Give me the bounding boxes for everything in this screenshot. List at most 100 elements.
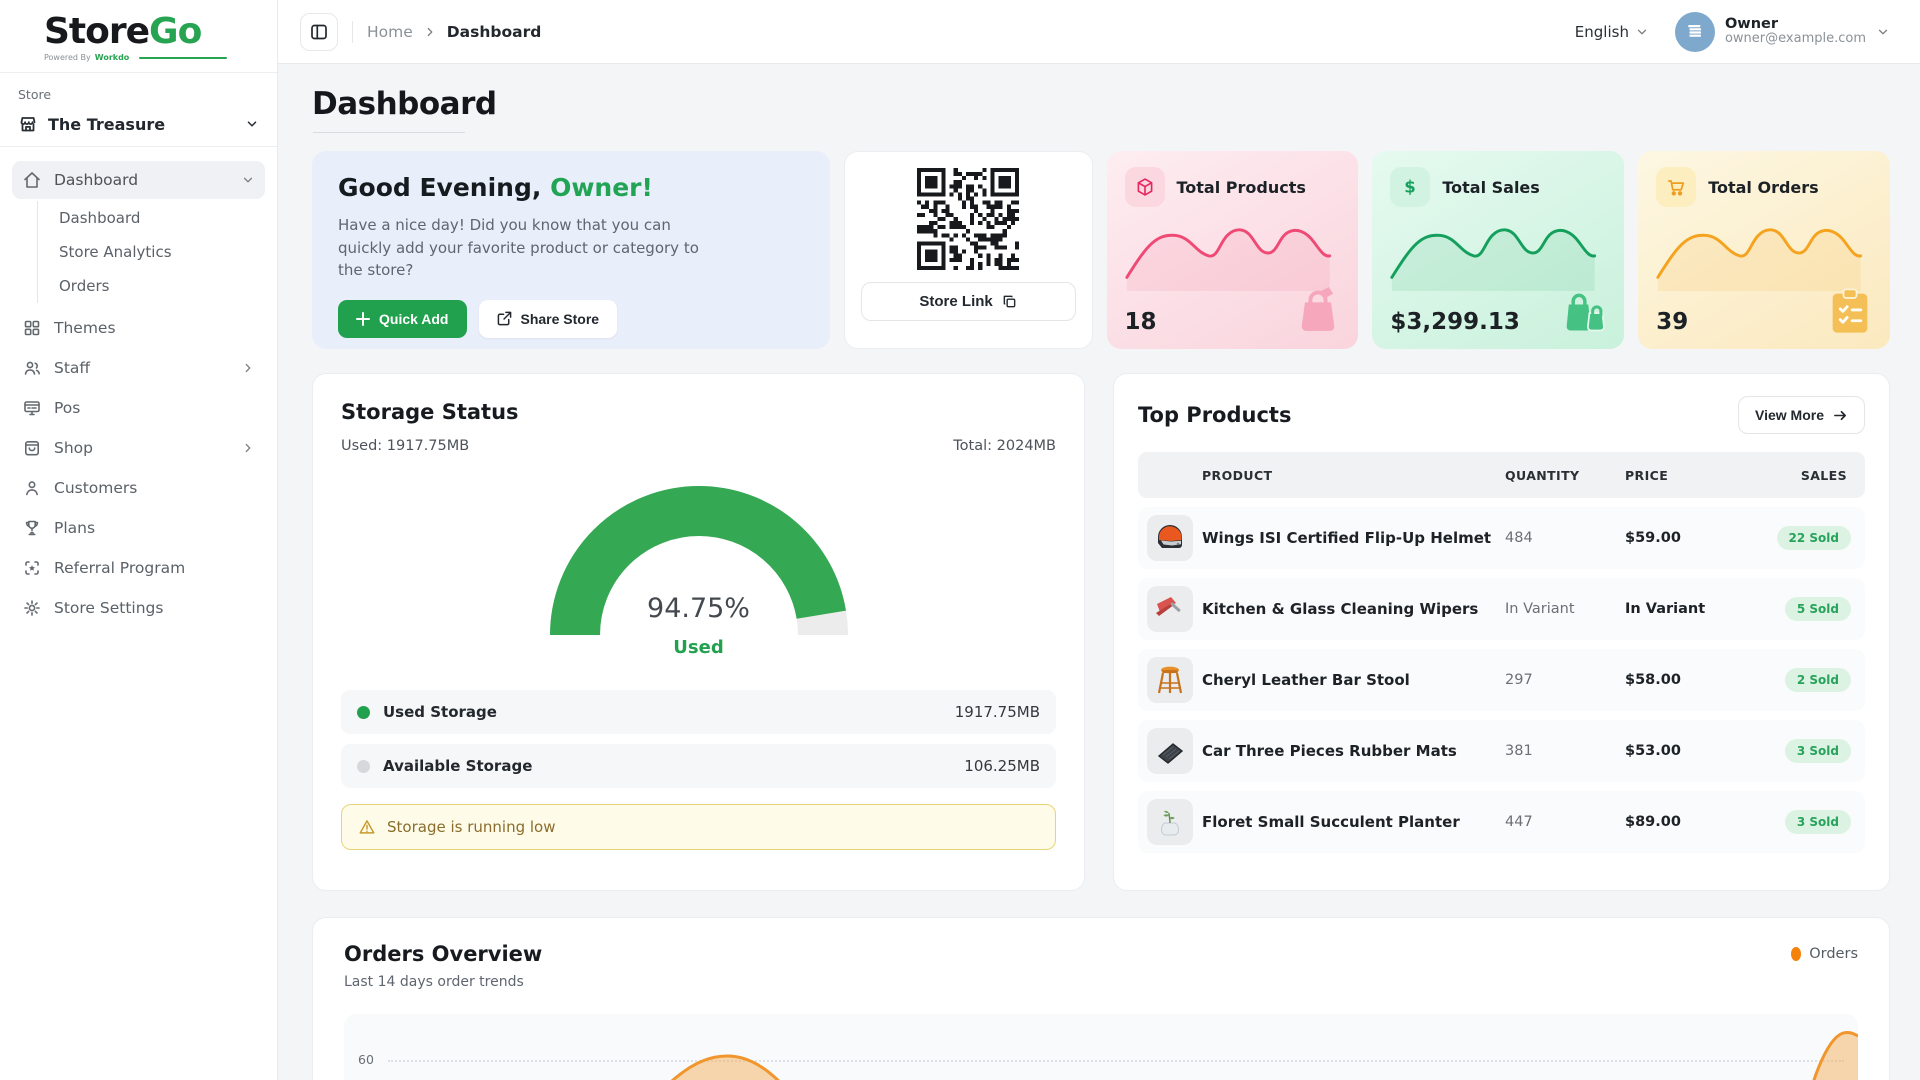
sidebar-item-label: Pos bbox=[54, 399, 255, 417]
store-name: The Treasure bbox=[48, 115, 235, 134]
building-icon bbox=[1684, 21, 1706, 43]
orders-overview-header: Orders Overview Last 14 days order trend… bbox=[344, 942, 1858, 990]
sales-badge: 5 Sold bbox=[1785, 597, 1851, 621]
product-name: Floret Small Succulent Planter bbox=[1202, 813, 1505, 831]
sidebar-item-themes[interactable]: Themes bbox=[12, 309, 265, 347]
app-root: StoreGo Powered By Workdo Store The Trea… bbox=[0, 0, 1920, 1080]
product-name: Cheryl Leather Bar Stool bbox=[1202, 671, 1505, 689]
product-quantity: 447 bbox=[1505, 814, 1625, 830]
sidebar-subitem-orders[interactable]: Orders bbox=[38, 269, 265, 303]
used-storage-value: 1917.75MB bbox=[955, 703, 1040, 721]
stat-value: 39 bbox=[1656, 309, 1688, 335]
helmet-image bbox=[1153, 521, 1187, 555]
product-quantity: 297 bbox=[1505, 672, 1625, 688]
orders-chart: 60 bbox=[344, 1014, 1858, 1080]
bag-watermark-icon bbox=[1292, 285, 1344, 337]
sidebar: StoreGo Powered By Workdo Store The Trea… bbox=[0, 0, 278, 1080]
bar-stool-image bbox=[1153, 663, 1187, 697]
product-row[interactable]: Wings ISI Certified Flip-Up Helmet 484 $… bbox=[1138, 507, 1865, 569]
planter-image bbox=[1153, 805, 1187, 839]
brand-logo[interactable]: StoreGo Powered By Workdo bbox=[0, 0, 277, 73]
sidebar-item-label: Plans bbox=[54, 519, 255, 537]
product-row[interactable]: Cheryl Leather Bar Stool 297 $58.00 2 So… bbox=[1138, 649, 1865, 711]
sidebar-item-staff[interactable]: Staff bbox=[12, 349, 265, 387]
chevron-down-icon bbox=[241, 173, 255, 187]
store-qr-code bbox=[917, 168, 1019, 270]
wiper-image bbox=[1153, 592, 1187, 626]
greeting-owner: Owner! bbox=[550, 173, 653, 202]
col-price: PRICE bbox=[1625, 468, 1755, 483]
breadcrumb-home[interactable]: Home bbox=[367, 23, 413, 41]
product-name: Wings ISI Certified Flip-Up Helmet bbox=[1202, 529, 1505, 547]
topbar-right: English Owner owner@example.com bbox=[1575, 12, 1890, 52]
user-menu[interactable]: Owner owner@example.com bbox=[1675, 12, 1890, 52]
stat-card-total-orders: Total Orders 39 bbox=[1638, 151, 1890, 349]
product-row[interactable]: Kitchen & Glass Cleaning Wipers In Varia… bbox=[1138, 578, 1865, 640]
plans-icon bbox=[22, 518, 42, 538]
stat-value: 18 bbox=[1125, 309, 1157, 335]
chevron-right-icon bbox=[241, 361, 255, 375]
top-products-card: Top Products View More PRODUCT QUANTITY … bbox=[1113, 373, 1890, 891]
sidebar-item-label: Dashboard bbox=[54, 171, 229, 189]
product-name: Kitchen & Glass Cleaning Wipers bbox=[1202, 600, 1505, 618]
used-storage-row: Used Storage 1917.75MB bbox=[341, 690, 1056, 734]
orders-legend[interactable]: Orders bbox=[1791, 946, 1858, 962]
dashboard-submenu: Dashboard Store Analytics Orders bbox=[37, 201, 265, 303]
sidebar-item-plans[interactable]: Plans bbox=[12, 509, 265, 547]
product-name: Car Three Pieces Rubber Mats bbox=[1202, 742, 1505, 760]
breadcrumb-separator-icon bbox=[423, 25, 437, 39]
legend-label: Orders bbox=[1809, 946, 1858, 962]
tagline-rule bbox=[139, 57, 227, 59]
page-title: Dashboard bbox=[312, 86, 1890, 122]
product-thumbnail bbox=[1147, 586, 1193, 632]
language-selector[interactable]: English bbox=[1575, 23, 1649, 41]
sidebar-item-pos[interactable]: Pos bbox=[12, 389, 265, 427]
store-selector[interactable]: The Treasure bbox=[18, 114, 259, 134]
share-store-button[interactable]: Share Store bbox=[479, 300, 618, 338]
sidebar-subitem-store-analytics[interactable]: Store Analytics bbox=[38, 235, 265, 269]
view-more-button[interactable]: View More bbox=[1738, 396, 1865, 434]
arrow-right-icon bbox=[1833, 408, 1848, 423]
legend-dot-orders bbox=[1791, 947, 1801, 961]
stat-label: Total Sales bbox=[1442, 178, 1539, 197]
pos-icon bbox=[22, 398, 42, 418]
sales-badge: 2 Sold bbox=[1785, 668, 1851, 692]
store-section: Store The Treasure bbox=[0, 73, 277, 147]
stat-value: $3,299.13 bbox=[1390, 309, 1520, 335]
top-bar: Home Dashboard English Owner owner@examp… bbox=[278, 0, 1920, 64]
product-row[interactable]: Floret Small Succulent Planter 447 $89.0… bbox=[1138, 791, 1865, 853]
summary-row: Good Evening, Owner! Have a nice day! Di… bbox=[312, 151, 1890, 349]
tagline-brand: Workdo bbox=[95, 53, 130, 62]
sidebar-toggle-button[interactable] bbox=[300, 13, 338, 51]
sidebar-item-customers[interactable]: Customers bbox=[12, 469, 265, 507]
cart-icon bbox=[1665, 176, 1687, 198]
product-thumbnail bbox=[1147, 515, 1193, 561]
share-store-label: Share Store bbox=[521, 311, 600, 327]
product-price: $53.00 bbox=[1625, 743, 1755, 759]
sidebar-item-store-settings[interactable]: Store Settings bbox=[12, 589, 265, 627]
brand-tagline: Powered By Workdo bbox=[44, 53, 277, 62]
sidebar-subitem-dashboard[interactable]: Dashboard bbox=[38, 201, 265, 235]
stat-head: $ Total Sales bbox=[1390, 167, 1606, 207]
shop-icon bbox=[22, 438, 42, 458]
product-row[interactable]: Car Three Pieces Rubber Mats 381 $53.00 … bbox=[1138, 720, 1865, 782]
store-link-label: Store Link bbox=[919, 293, 992, 310]
sidebar-item-label: Referral Program bbox=[54, 559, 255, 577]
greeting-card: Good Evening, Owner! Have a nice day! Di… bbox=[312, 151, 830, 349]
product-sales: 5 Sold bbox=[1755, 597, 1865, 621]
quick-add-button[interactable]: Quick Add bbox=[338, 300, 467, 338]
sidebar-item-label: Shop bbox=[54, 439, 229, 457]
sidebar-item-referral-program[interactable]: Referral Program bbox=[12, 549, 265, 587]
clipboard-watermark-icon bbox=[1824, 285, 1876, 337]
store-link-button[interactable]: Store Link bbox=[861, 282, 1076, 321]
sidebar-item-label: Customers bbox=[54, 479, 255, 497]
orders-overview-card: Orders Overview Last 14 days order trend… bbox=[312, 917, 1890, 1080]
avatar bbox=[1675, 12, 1715, 52]
sidebar-item-shop[interactable]: Shop bbox=[12, 429, 265, 467]
available-storage-value: 106.25MB bbox=[964, 757, 1040, 775]
sidebar-item-dashboard[interactable]: Dashboard bbox=[12, 161, 265, 199]
product-sales: 22 Sold bbox=[1755, 526, 1865, 550]
product-quantity: In Variant bbox=[1505, 601, 1625, 617]
referral-icon bbox=[22, 558, 42, 578]
view-more-label: View More bbox=[1755, 407, 1824, 423]
